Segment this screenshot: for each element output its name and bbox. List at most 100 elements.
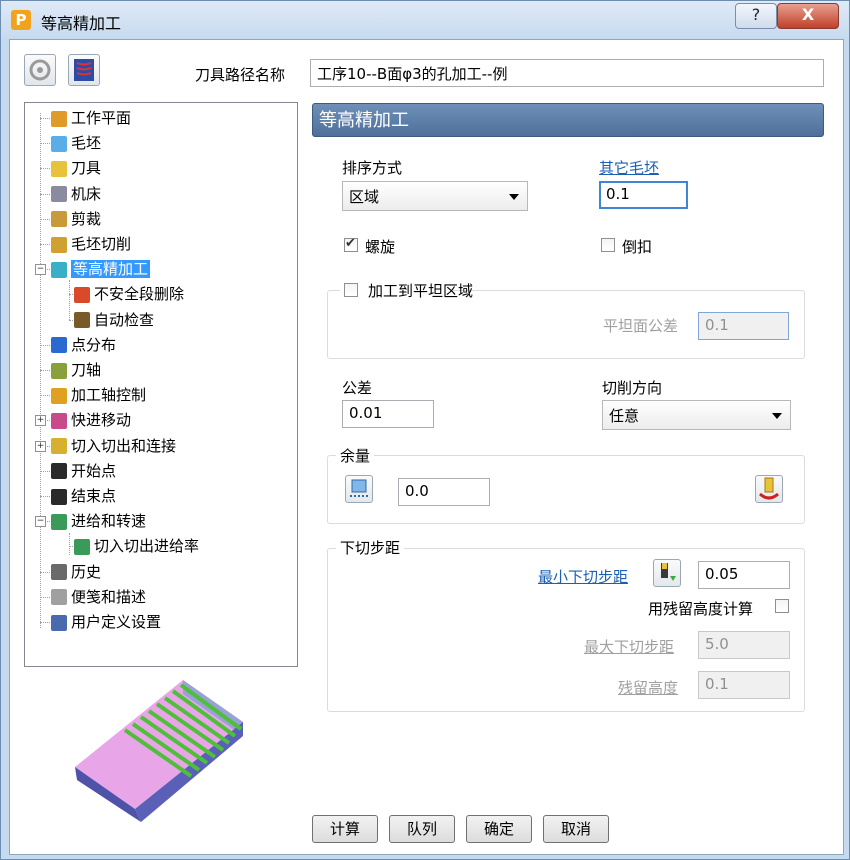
calculate-button[interactable]: 计算 (312, 815, 378, 843)
stepdown-calc-button[interactable] (653, 559, 681, 587)
tree-item[interactable]: 便笺和描述 (51, 586, 146, 608)
tolerance-label: 公差 (342, 379, 373, 397)
cut-direction-select[interactable]: 任意 (602, 400, 791, 430)
tree-item[interactable]: 点分布 (51, 334, 116, 356)
dialog-client: 刀具路径名称 工序10--B面φ3的孔加工--例 工作平面 毛坯 刀具 机床 剪裁 毛坯切… (9, 39, 844, 855)
max-stepdown-label: 最大下切步距 (584, 638, 675, 656)
flat-tolerance-input[interactable]: 0.1 (698, 312, 789, 340)
unsafe-segment-icon (74, 286, 90, 303)
workplane-icon (51, 110, 67, 127)
title-bar[interactable]: P 等高精加工 ? X (1, 1, 849, 39)
tree-item[interactable]: 毛坯 (51, 132, 101, 154)
min-stepdown-link[interactable]: 最小下切步距 (538, 566, 628, 587)
leads-links-icon (51, 438, 67, 455)
tree-item[interactable]: 切入切出和连接 (51, 435, 176, 457)
machine-flats-checkbox[interactable] (344, 283, 358, 297)
thickness-component-button[interactable] (345, 475, 373, 503)
tree-item[interactable]: 不安全段删除 (74, 283, 184, 305)
max-stepdown-input[interactable]: 5.0 (698, 631, 790, 659)
tree-item[interactable]: 等高精加工 (51, 258, 151, 280)
tree-item[interactable]: 加工轴控制 (51, 384, 146, 406)
tree-item-label: 工作平面 (71, 109, 132, 127)
ordering-select[interactable]: 区域 (342, 181, 528, 211)
thickness-tool-icon (759, 477, 779, 500)
other-block-input[interactable]: 0.1 (599, 181, 688, 209)
window-title: 等高精加工 (41, 14, 122, 33)
tree-item-label: 结束点 (71, 487, 117, 505)
tree-item-label: 刀具 (71, 159, 102, 178)
tree-item[interactable]: 机床 (51, 183, 101, 205)
tree-item[interactable]: 剪裁 (51, 208, 101, 230)
flat-tolerance-label: 平坦面公差 (603, 317, 679, 335)
tree-expander-icon[interactable]: − (35, 264, 46, 276)
stepdown-legend: 下切步距 (336, 537, 405, 558)
tree-item[interactable]: 用户定义设置 (51, 611, 161, 633)
undercut-label: 倒扣 (622, 238, 653, 256)
limit-icon (51, 211, 67, 228)
refresh-icon-button[interactable] (24, 54, 56, 86)
user-settings-icon (51, 614, 67, 631)
lead-feed-icon (74, 538, 90, 555)
tree-item[interactable]: 刀轴 (51, 359, 101, 381)
machine-flats-label: 加工到平坦区域 (368, 282, 474, 300)
help-button[interactable]: ? (735, 3, 777, 29)
tree-item[interactable]: 刀具 (51, 157, 101, 179)
tree-item[interactable]: 开始点 (51, 460, 116, 482)
history-icon (51, 564, 67, 581)
app-logo-icon: P (11, 10, 31, 30)
chevron-down-icon (509, 194, 519, 200)
other-block-link[interactable]: 其它毛坯 (599, 157, 659, 178)
tree-expander-icon[interactable]: + (35, 440, 46, 452)
tree-item-label: 毛坯切削 (71, 235, 132, 253)
tree-item-label: 等高精加工 (71, 260, 151, 279)
use-cusp-checkbox[interactable] (775, 599, 789, 613)
tree-item[interactable]: 快进移动 (51, 409, 131, 431)
cancel-button[interactable]: 取消 (543, 815, 609, 843)
constant-z-icon (51, 261, 67, 278)
tree-item-label: 不安全段删除 (94, 285, 185, 304)
tool-icon (51, 160, 67, 177)
tree-item[interactable]: 进给和转速 (51, 510, 146, 532)
queue-button[interactable]: 队列 (389, 815, 455, 843)
cusp-label: 残留高度 (618, 679, 679, 697)
tree-item-label: 便笺和描述 (71, 587, 147, 606)
strategy-tree[interactable]: 工作平面毛坯刀具机床剪裁毛坯切削 − 等高精加工不安全段删除自动检查点分布刀轴加工轴… (24, 102, 298, 667)
flat-area-legend: 加工到平坦区域 (340, 279, 473, 301)
accept-button[interactable]: 确定 (466, 815, 532, 843)
undercut-checkbox[interactable] (601, 238, 615, 252)
ordering-label: 排序方式 (342, 159, 403, 177)
tree-item-label: 历史 (71, 562, 102, 581)
tree-item[interactable]: 毛坯切削 (51, 233, 131, 255)
thickness-settings-button[interactable] (755, 475, 783, 503)
tree-item[interactable]: 历史 (51, 561, 101, 583)
point-distribution-icon (51, 337, 67, 354)
thickness-input[interactable]: 0.0 (398, 478, 490, 506)
stock-cut-icon (51, 236, 67, 253)
tree-item[interactable]: 切入切出进给率 (74, 535, 199, 557)
min-stepdown-input[interactable]: 0.05 (698, 561, 790, 589)
tree-item-label: 用户定义设置 (71, 613, 162, 631)
tool-axis-icon (51, 362, 67, 379)
tree-expander-icon[interactable]: − (35, 516, 46, 528)
tree-expander-icon[interactable]: + (35, 415, 46, 427)
spiral-label: 螺旋 (365, 238, 396, 256)
gear-refresh-icon (29, 59, 51, 81)
block-icon (51, 135, 67, 152)
start-point-icon (51, 463, 67, 480)
cusp-input[interactable]: 0.1 (698, 671, 790, 699)
close-button[interactable]: X (777, 3, 839, 29)
toolpath-pattern-button[interactable] (68, 54, 100, 86)
tolerance-input[interactable]: 0.01 (342, 400, 434, 428)
rapid-move-icon (51, 412, 67, 429)
tool-stepdown-icon (661, 563, 676, 581)
toolpath-name-input[interactable]: 工序10--B面φ3的孔加工--例 (310, 59, 824, 87)
toolpath-pattern-icon (74, 59, 94, 81)
tree-item-label: 开始点 (71, 461, 117, 480)
spiral-checkbox[interactable] (344, 236, 358, 252)
tree-item[interactable]: 结束点 (51, 485, 116, 507)
tree-item[interactable]: 工作平面 (51, 107, 131, 129)
tree-item-label: 毛坯 (71, 134, 102, 153)
tree-item[interactable]: 自动检查 (74, 309, 154, 331)
thickness-component-icon (350, 479, 368, 497)
tree-item-label: 刀轴 (71, 361, 102, 379)
